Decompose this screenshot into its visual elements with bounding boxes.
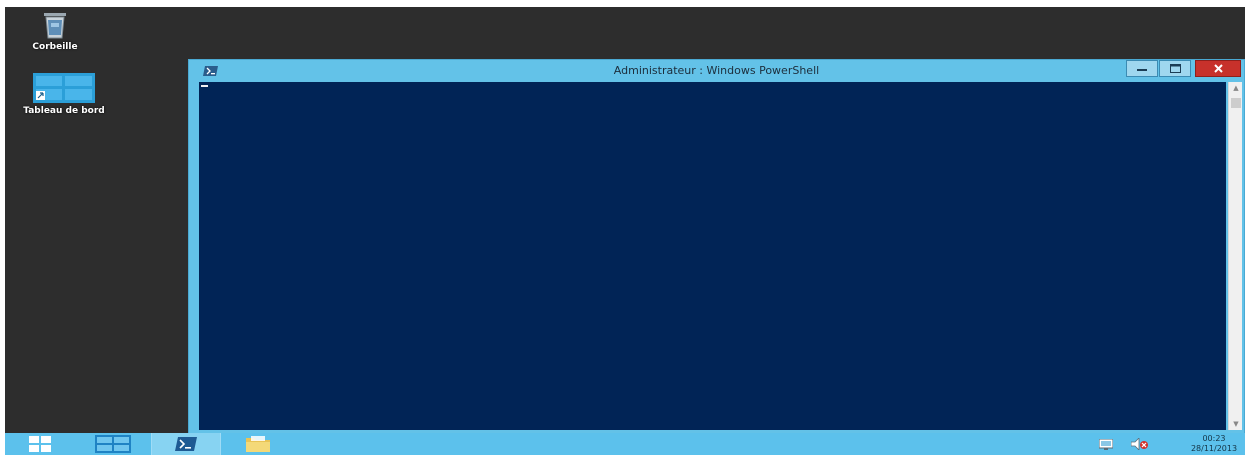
window-title: Administrateur : Windows PowerShell: [613, 64, 820, 77]
clock[interactable]: 00:23 28/11/2013: [1183, 434, 1245, 454]
network-icon[interactable]: [1099, 439, 1113, 450]
scroll-down-icon[interactable]: ▼: [1229, 420, 1243, 428]
taskbar-powershell-button[interactable]: [151, 433, 221, 455]
vertical-scrollbar[interactable]: ▲ ▼: [1228, 82, 1242, 430]
minimize-button[interactable]: [1126, 60, 1158, 77]
windows-logo-icon: [29, 436, 51, 452]
powershell-icon: [175, 437, 197, 451]
scroll-up-icon[interactable]: ▲: [1229, 84, 1243, 92]
taskbar-dashboard-button[interactable]: [77, 433, 149, 455]
close-button[interactable]: [1195, 60, 1241, 77]
dashboard-label: Tableau de bord: [23, 106, 105, 116]
clock-date: 28/11/2013: [1190, 444, 1238, 453]
dashboard-icon: [95, 435, 131, 453]
recycle-bin-shortcut[interactable]: Corbeille: [25, 11, 85, 52]
dashboard-icon: [33, 73, 95, 103]
start-button[interactable]: [5, 433, 75, 455]
taskbar: 00:23 28/11/2013: [5, 433, 1245, 455]
volume-icon[interactable]: [1131, 438, 1149, 450]
folder-icon: [246, 436, 270, 452]
recycle-bin-label: Corbeille: [32, 42, 78, 52]
clock-time: 00:23: [1202, 434, 1226, 443]
close-icon: [1213, 64, 1223, 73]
minimize-icon: [1137, 68, 1147, 71]
dashboard-shortcut[interactable]: Tableau de bord: [9, 73, 119, 116]
system-tray: 00:23 28/11/2013: [1085, 433, 1245, 455]
maximize-button[interactable]: [1159, 60, 1191, 77]
taskbar-explorer-button[interactable]: [223, 433, 293, 455]
recycle-bin-icon: [44, 13, 66, 39]
powershell-window[interactable]: Administrateur : Windows PowerShell ▲ ▼: [188, 59, 1245, 434]
restore-icon: [1169, 64, 1181, 73]
console-area[interactable]: [199, 82, 1226, 430]
window-titlebar[interactable]: Administrateur : Windows PowerShell: [189, 60, 1244, 82]
text-cursor: [201, 85, 208, 87]
desktop: Corbeille Tableau de bord Administrateur…: [5, 7, 1245, 455]
scrollbar-thumb[interactable]: [1231, 98, 1241, 108]
